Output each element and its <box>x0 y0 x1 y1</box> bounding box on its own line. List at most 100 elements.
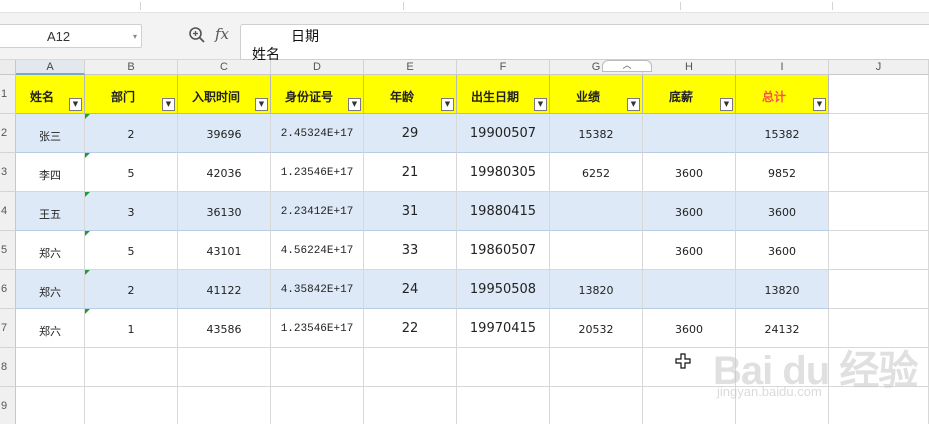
table-cell[interactable]: 郑六 <box>16 309 85 348</box>
empty-cell[interactable] <box>178 387 271 424</box>
empty-cell[interactable] <box>364 348 457 387</box>
table-cell[interactable]: 19860507 <box>457 231 550 270</box>
row-header-8[interactable]: 8 <box>0 348 16 387</box>
table-cell[interactable]: 李四 <box>16 153 85 192</box>
table-cell[interactable]: 张三 <box>16 114 85 153</box>
table-cell[interactable]: 2.23412E+17 <box>271 192 364 231</box>
table-cell[interactable]: 5 <box>85 153 178 192</box>
row-header-9[interactable]: 9 <box>0 387 16 424</box>
header-cell-b[interactable]: 部门 ▼ <box>85 75 178 114</box>
table-cell[interactable]: 5 <box>85 231 178 270</box>
table-cell[interactable]: 1.23546E+17 <box>271 309 364 348</box>
empty-cell[interactable] <box>271 348 364 387</box>
table-cell[interactable]: 24 <box>364 270 457 309</box>
table-cell[interactable]: 王五 <box>16 192 85 231</box>
table-cell[interactable]: 9852 <box>736 153 829 192</box>
table-cell[interactable]: 19980305 <box>457 153 550 192</box>
table-cell[interactable]: 39696 <box>178 114 271 153</box>
filter-dropdown-icon[interactable]: ▼ <box>255 98 268 111</box>
table-cell[interactable]: 3600 <box>643 192 736 231</box>
table-cell[interactable]: 22 <box>364 309 457 348</box>
column-header-b[interactable]: B <box>85 60 178 75</box>
empty-cell[interactable] <box>364 387 457 424</box>
table-cell[interactable]: 1.23546E+17 <box>271 153 364 192</box>
table-cell[interactable]: 33 <box>364 231 457 270</box>
empty-cell[interactable] <box>16 348 85 387</box>
filter-dropdown-icon[interactable]: ▼ <box>69 98 82 111</box>
select-all-corner[interactable] <box>0 60 16 75</box>
table-cell[interactable]: 3600 <box>643 153 736 192</box>
table-cell[interactable]: 3 <box>85 192 178 231</box>
column-header-i[interactable]: I <box>736 60 829 75</box>
table-cell[interactable]: 19880415 <box>457 192 550 231</box>
row-header-2[interactable]: 2 <box>0 114 16 153</box>
table-cell[interactable] <box>643 114 736 153</box>
table-cell[interactable]: 3600 <box>643 231 736 270</box>
filter-dropdown-icon[interactable]: ▼ <box>162 98 175 111</box>
header-cell-a[interactable]: 姓名 ▼ <box>16 75 85 114</box>
table-cell[interactable]: 4.35842E+17 <box>271 270 364 309</box>
empty-cell[interactable] <box>829 192 929 231</box>
table-cell[interactable]: 19970415 <box>457 309 550 348</box>
column-header-e[interactable]: E <box>364 60 457 75</box>
filter-dropdown-icon[interactable]: ▼ <box>441 98 454 111</box>
filter-dropdown-icon[interactable]: ▼ <box>720 98 733 111</box>
empty-cell[interactable] <box>85 387 178 424</box>
header-cell-c[interactable]: 入职时间 ▼ <box>178 75 271 114</box>
empty-cell[interactable] <box>457 387 550 424</box>
filter-dropdown-icon[interactable]: ▼ <box>534 98 547 111</box>
column-header-f[interactable]: F <box>457 60 550 75</box>
table-cell[interactable]: 13820 <box>550 270 643 309</box>
column-header-h[interactable]: H <box>643 60 736 75</box>
table-cell[interactable]: 29 <box>364 114 457 153</box>
table-cell[interactable]: 15382 <box>550 114 643 153</box>
zoom-icon[interactable] <box>188 26 206 44</box>
table-cell[interactable]: 31 <box>364 192 457 231</box>
empty-cell[interactable] <box>829 114 929 153</box>
empty-cell[interactable] <box>829 270 929 309</box>
filter-dropdown-icon[interactable]: ▼ <box>813 98 826 111</box>
header-cell-h[interactable]: 底薪 ▼ <box>643 75 736 114</box>
table-cell[interactable] <box>550 231 643 270</box>
table-cell[interactable]: 2.45324E+17 <box>271 114 364 153</box>
header-cell-i[interactable]: 总计 ▼ <box>736 75 829 114</box>
table-cell[interactable]: 13820 <box>736 270 829 309</box>
table-cell[interactable]: 15382 <box>736 114 829 153</box>
table-cell[interactable]: 2 <box>85 270 178 309</box>
row-header-4[interactable]: 4 <box>0 192 16 231</box>
filter-dropdown-icon[interactable]: ▼ <box>348 98 361 111</box>
empty-cell[interactable] <box>271 387 364 424</box>
table-cell[interactable]: 1 <box>85 309 178 348</box>
table-cell[interactable]: 19900507 <box>457 114 550 153</box>
table-cell[interactable] <box>550 192 643 231</box>
table-cell[interactable]: 21 <box>364 153 457 192</box>
table-cell[interactable]: 43586 <box>178 309 271 348</box>
chevron-down-icon[interactable]: ▾ <box>133 32 137 41</box>
column-header-c[interactable]: C <box>178 60 271 75</box>
row-header-3[interactable]: 3 <box>0 153 16 192</box>
table-cell[interactable]: 2 <box>85 114 178 153</box>
header-cell-e[interactable]: 年龄 ▼ <box>364 75 457 114</box>
table-cell[interactable]: 3600 <box>736 192 829 231</box>
formula-input[interactable]: 日期 姓名 <box>240 24 929 63</box>
table-cell[interactable]: 41122 <box>178 270 271 309</box>
table-cell[interactable]: 20532 <box>550 309 643 348</box>
header-cell-f[interactable]: 出生日期 ▼ <box>457 75 550 114</box>
table-cell[interactable] <box>643 270 736 309</box>
row-header-1[interactable]: 1 <box>0 75 16 114</box>
fx-icon[interactable]: fx <box>215 25 229 43</box>
table-cell[interactable]: 4.56224E+17 <box>271 231 364 270</box>
empty-cell[interactable] <box>829 231 929 270</box>
column-header-a[interactable]: A <box>16 60 85 75</box>
header-cell-g[interactable]: 业绩 ▼ <box>550 75 643 114</box>
table-cell[interactable]: 43101 <box>178 231 271 270</box>
row-header-6[interactable]: 6 <box>0 270 16 309</box>
table-cell[interactable]: 6252 <box>550 153 643 192</box>
table-cell[interactable]: 3600 <box>736 231 829 270</box>
table-cell[interactable]: 42036 <box>178 153 271 192</box>
table-cell[interactable]: 郑六 <box>16 270 85 309</box>
collapse-toggle[interactable]: ︿ <box>602 60 652 72</box>
column-header-d[interactable]: D <box>271 60 364 75</box>
row-header-5[interactable]: 5 <box>0 231 16 270</box>
header-cell-d[interactable]: 身份证号 ▼ <box>271 75 364 114</box>
